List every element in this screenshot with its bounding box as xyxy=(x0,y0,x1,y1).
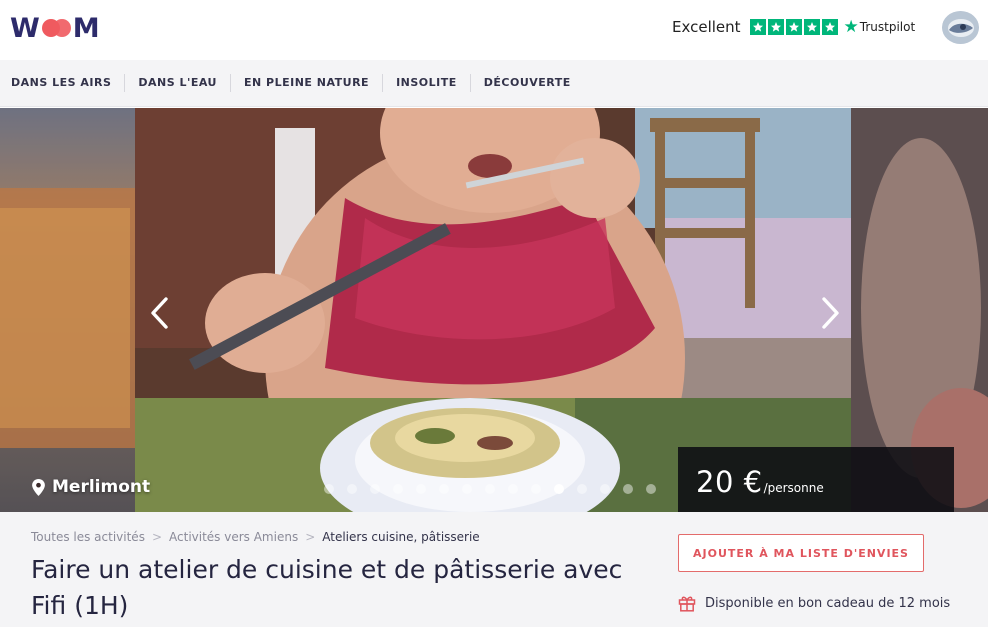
trustpilot-star-icon: ★ xyxy=(843,16,859,37)
breadcrumb: Toutes les activités > Activités vers Am… xyxy=(31,530,480,544)
add-to-wishlist-button[interactable]: AJOUTER À MA LISTE D'ENVIES xyxy=(678,534,924,572)
logo-letter-m: M xyxy=(72,12,101,44)
carousel-dot[interactable] xyxy=(577,484,587,494)
breadcrumb-item-current[interactable]: Ateliers cuisine, pâtisserie xyxy=(322,530,479,544)
site-logo[interactable]: W M xyxy=(10,11,101,45)
carousel-dots xyxy=(324,484,656,494)
star-icon xyxy=(803,19,820,35)
page-title: Faire un atelier de cuisine et de pâtiss… xyxy=(31,555,623,620)
logo-letter-w: W xyxy=(10,12,41,44)
gift-icon xyxy=(678,596,696,612)
breadcrumb-separator: > xyxy=(151,530,163,544)
star-icon xyxy=(767,19,784,35)
activity-info: Toutes les activités > Activités vers Am… xyxy=(0,512,988,627)
price-unit: /personne xyxy=(763,481,824,495)
activity-location: Merlimont xyxy=(32,477,150,497)
carousel-dot[interactable] xyxy=(508,484,518,494)
carousel-dot[interactable] xyxy=(554,484,564,494)
avatar[interactable] xyxy=(942,11,979,44)
star-icon xyxy=(785,19,802,35)
price-box: 20 € /personne xyxy=(678,447,954,512)
star-icon xyxy=(821,19,838,35)
nav-item-dans-leau[interactable]: DANS L'EAU xyxy=(124,74,230,92)
carousel-dot[interactable] xyxy=(370,484,380,494)
star-icon xyxy=(749,19,766,35)
carousel-dot[interactable] xyxy=(531,484,541,494)
heart-icon xyxy=(41,19,71,37)
chevron-right-icon xyxy=(822,297,839,329)
chevron-left-icon xyxy=(151,297,168,329)
category-nav: DANS LES AIRS DANS L'EAU EN PLEINE NATUR… xyxy=(0,60,988,107)
trustpilot-logo: ★ Trustpilot xyxy=(843,16,916,37)
nav-item-insolite[interactable]: INSOLITE xyxy=(382,74,470,92)
trustpilot-rating[interactable]: Excellent ★ Trustpilot xyxy=(672,16,915,38)
carousel-dot[interactable] xyxy=(462,484,472,494)
carousel-dot[interactable] xyxy=(600,484,610,494)
trustpilot-brand: Trustpilot xyxy=(859,20,916,34)
nav-item-decouverte[interactable]: DÉCOUVERTE xyxy=(469,74,584,92)
trust-stars xyxy=(749,19,838,35)
map-pin-icon xyxy=(32,478,45,496)
carousel-dot[interactable] xyxy=(324,484,334,494)
carousel-prev-button[interactable] xyxy=(148,296,170,330)
breadcrumb-item-all-activities[interactable]: Toutes les activités xyxy=(31,530,145,544)
location-label: Merlimont xyxy=(52,477,151,497)
nav-item-dans-les-airs[interactable]: DANS LES AIRS xyxy=(0,74,124,92)
carousel-dot[interactable] xyxy=(347,484,357,494)
photo-carousel[interactable]: Merlimont 20 € /personne xyxy=(0,108,988,512)
previous-slide-preview[interactable] xyxy=(0,108,135,512)
carousel-dot[interactable] xyxy=(646,484,656,494)
carousel-dot[interactable] xyxy=(439,484,449,494)
carousel-dot[interactable] xyxy=(393,484,403,494)
gift-availability: Disponible en bon cadeau de 12 mois xyxy=(678,594,950,612)
price-amount: 20 € xyxy=(696,465,763,499)
nav-item-en-pleine-nature[interactable]: EN PLEINE NATURE xyxy=(230,74,382,92)
breadcrumb-item-amiens[interactable]: Activités vers Amiens xyxy=(169,530,298,544)
site-header: W M Excellent ★ Trustpilot xyxy=(0,0,988,60)
carousel-next-button[interactable] xyxy=(820,296,842,330)
breadcrumb-separator: > xyxy=(305,530,316,544)
carousel-dot[interactable] xyxy=(485,484,495,494)
carousel-dot[interactable] xyxy=(416,484,426,494)
carousel-dot[interactable] xyxy=(623,484,633,494)
trust-label: Excellent xyxy=(672,18,741,36)
gift-text: Disponible en bon cadeau de 12 mois xyxy=(705,595,951,611)
